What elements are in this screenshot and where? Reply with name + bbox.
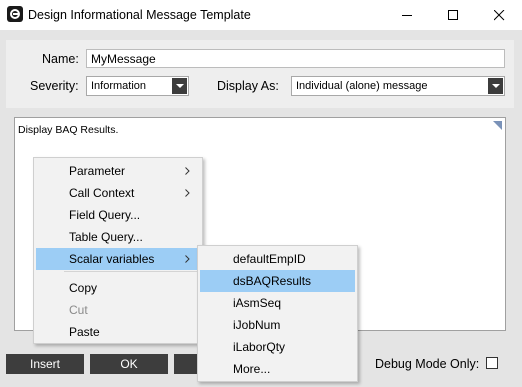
submenu-item-dsbaqresults[interactable]: dsBAQResults	[200, 270, 355, 292]
display-as-select[interactable]: Individual (alone) message	[291, 76, 505, 96]
chevron-down-icon[interactable]	[172, 78, 187, 94]
name-label: Name:	[42, 52, 79, 66]
menu-item-scalar-variables[interactable]: Scalar variables	[36, 248, 200, 270]
submenu-item-iasmseq[interactable]: iAsmSeq	[200, 292, 355, 314]
chevron-right-icon	[185, 189, 190, 197]
severity-label: Severity:	[30, 79, 79, 93]
chevron-right-icon	[185, 255, 190, 263]
maximize-icon	[448, 10, 458, 20]
submenu-item-ilaborqty[interactable]: iLaborQty	[200, 336, 355, 358]
submenu-item-more[interactable]: More...	[200, 358, 355, 380]
submenu-item-label: More...	[233, 362, 271, 376]
menu-item-parameter[interactable]: Parameter	[36, 160, 200, 182]
severity-select[interactable]: Information	[86, 76, 189, 96]
close-icon	[494, 10, 505, 21]
menu-item-copy[interactable]: Copy	[36, 277, 200, 299]
menu-item-label: Paste	[69, 325, 100, 339]
debug-mode-checkbox[interactable]	[486, 357, 498, 369]
minimize-icon	[402, 15, 412, 16]
minimize-button[interactable]	[384, 0, 430, 30]
submenu-item-label: dsBAQResults	[233, 274, 312, 288]
scalar-variables-submenu: defaultEmpID dsBAQResults iAsmSeq iJobNu…	[197, 245, 358, 382]
submenu-item-label: iLaborQty	[233, 340, 286, 354]
menu-item-label: Call Context	[69, 186, 135, 200]
window-title: Design Informational Message Template	[28, 8, 251, 22]
menu-item-label: Table Query...	[69, 230, 143, 244]
chevron-down-icon[interactable]	[488, 78, 503, 94]
menu-item-call-context[interactable]: Call Context	[36, 182, 200, 204]
maximize-button[interactable]	[430, 0, 476, 30]
submenu-item-defaultempid[interactable]: defaultEmpID	[200, 248, 355, 270]
submenu-item-ijobnum[interactable]: iJobNum	[200, 314, 355, 336]
menu-item-field-query[interactable]: Field Query...	[36, 204, 200, 226]
menu-item-label: Cut	[69, 303, 88, 317]
ok-button[interactable]: OK	[90, 354, 168, 374]
title-bar: Design Informational Message Template	[0, 0, 522, 30]
settings-panel: Name: MyMessage Severity: Information Di…	[6, 40, 514, 108]
app-logo-icon	[7, 6, 23, 22]
severity-value: Information	[91, 80, 147, 92]
menu-item-label: Parameter	[69, 164, 126, 178]
submenu-item-label: iAsmSeq	[233, 296, 282, 310]
display-as-label: Display As:	[217, 79, 279, 93]
menu-item-table-query[interactable]: Table Query...	[36, 226, 200, 248]
submenu-item-label: defaultEmpID	[233, 252, 306, 266]
name-input[interactable]: MyMessage	[86, 49, 505, 68]
submenu-item-label: iJobNum	[233, 318, 281, 332]
resize-corner-icon	[493, 121, 502, 130]
insert-button[interactable]: Insert	[6, 354, 84, 374]
cancel-button[interactable]	[174, 354, 198, 374]
display-as-value: Individual (alone) message	[296, 80, 428, 92]
menu-item-label: Scalar variables	[69, 252, 155, 266]
menu-item-label: Copy	[69, 281, 98, 295]
editor-text: Display BAQ Results.	[18, 124, 119, 136]
menu-item-label: Field Query...	[69, 208, 141, 222]
debug-mode-label: Debug Mode Only:	[375, 357, 480, 371]
dialog-window: Design Informational Message Template Na…	[0, 0, 522, 387]
chevron-right-icon	[185, 167, 190, 175]
close-button[interactable]	[476, 0, 522, 30]
menu-separator	[64, 271, 198, 272]
context-menu: Parameter Call Context Field Query... Ta…	[33, 157, 203, 344]
menu-item-paste[interactable]: Paste	[36, 321, 200, 343]
menu-item-cut: Cut	[36, 299, 200, 321]
